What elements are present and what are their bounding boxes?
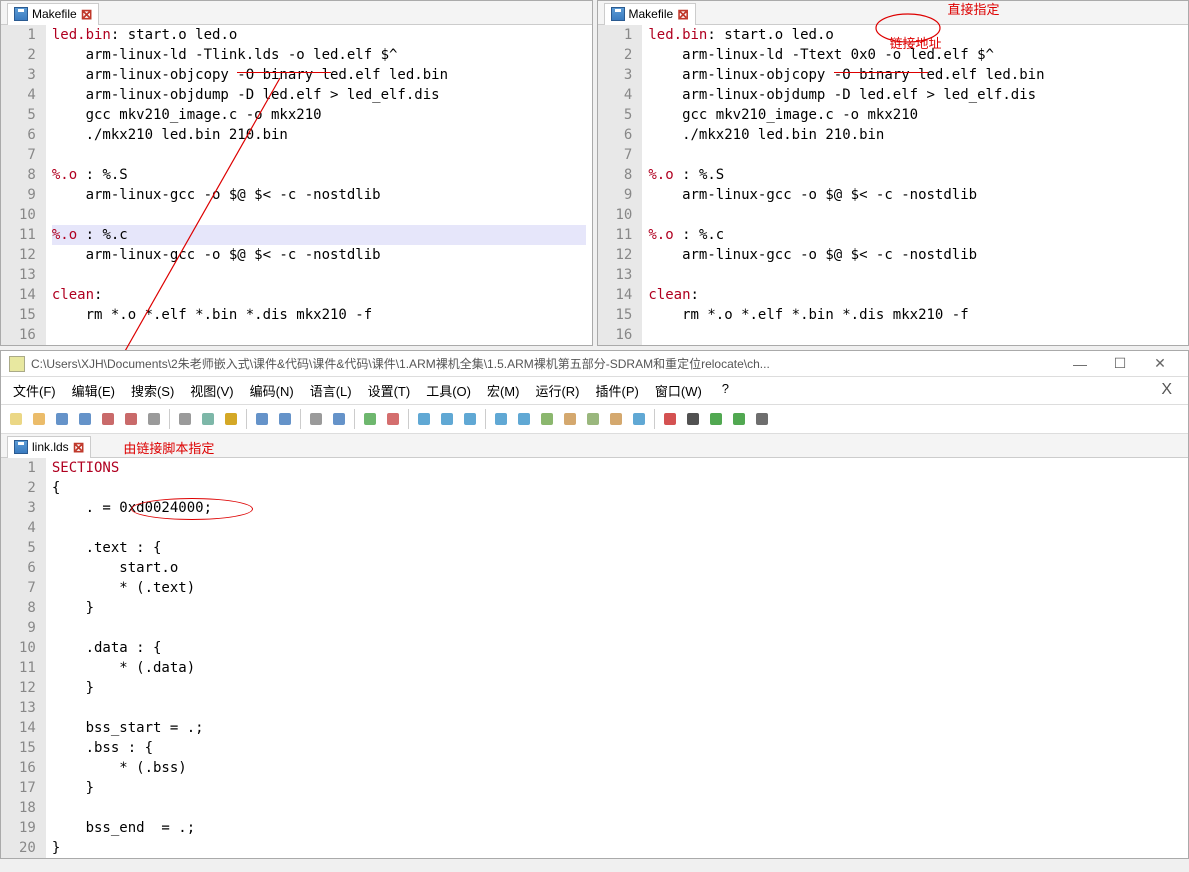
- indent-guide-icon[interactable]: [513, 408, 535, 430]
- lang-icon[interactable]: [536, 408, 558, 430]
- menu-close-doc[interactable]: X: [1153, 379, 1184, 402]
- monitor-icon[interactable]: [628, 408, 650, 430]
- tab-label: Makefile: [32, 7, 77, 21]
- menu-item[interactable]: 工具(O): [418, 379, 479, 402]
- menu-item[interactable]: 插件(P): [588, 379, 647, 402]
- close-icon[interactable]: ⊠: [677, 6, 689, 23]
- menu-item[interactable]: 搜索(S): [123, 379, 182, 402]
- menu-item[interactable]: 视图(V): [182, 379, 241, 402]
- new-file-icon[interactable]: [5, 408, 27, 430]
- toolbar: [1, 405, 1188, 434]
- zoom-in-icon[interactable]: [359, 408, 381, 430]
- maximize-button[interactable]: ☐: [1100, 355, 1140, 372]
- line-gutter: 12345678910111213141516: [598, 25, 643, 345]
- copy-icon[interactable]: [197, 408, 219, 430]
- menu-item[interactable]: 运行(R): [527, 379, 587, 402]
- editor-pane-left: Makefile ⊠ 12345678910111213141516 led.b…: [0, 0, 593, 346]
- record-macro-icon[interactable]: [659, 408, 681, 430]
- wrap-icon[interactable]: [459, 408, 481, 430]
- tab-bar: Makefile ⊠: [598, 1, 1189, 25]
- menu-item[interactable]: 编辑(E): [64, 379, 123, 402]
- folder-icon[interactable]: [605, 408, 627, 430]
- show-all-icon[interactable]: [490, 408, 512, 430]
- menu-bar: 文件(F)编辑(E)搜索(S)视图(V)编码(N)语言(L)设置(T)工具(O)…: [1, 377, 1188, 405]
- code-content[interactable]: led.bin: start.o led.o arm-linux-ld -Tte…: [642, 25, 1188, 345]
- code-area-bottom[interactable]: 1234567891011121314151617181920 SECTIONS…: [1, 458, 1188, 858]
- close-icon[interactable]: ⊠: [73, 439, 85, 456]
- func-list-icon[interactable]: [582, 408, 604, 430]
- stop-macro-icon[interactable]: [682, 408, 704, 430]
- save-icon: [611, 7, 625, 21]
- replace-icon[interactable]: [328, 408, 350, 430]
- save-icon: [14, 440, 28, 454]
- menu-item[interactable]: 编码(N): [242, 379, 302, 402]
- find-icon[interactable]: [305, 408, 327, 430]
- doc-map-icon[interactable]: [559, 408, 581, 430]
- annotation-script: 由链接脚本指定: [123, 438, 214, 457]
- play-macro-icon[interactable]: [705, 408, 727, 430]
- code-area-right[interactable]: 12345678910111213141516 led.bin: start.o…: [598, 25, 1189, 345]
- zoom-out-icon[interactable]: [382, 408, 404, 430]
- tab-label: Makefile: [629, 7, 674, 21]
- sync-v-icon[interactable]: [413, 408, 435, 430]
- close-icon[interactable]: ⊠: [81, 6, 93, 23]
- redo-icon[interactable]: [274, 408, 296, 430]
- tab-bar: Makefile ⊠: [1, 1, 592, 25]
- menu-item[interactable]: 窗口(W): [647, 379, 710, 402]
- save-icon: [14, 7, 28, 21]
- tab-bar: link.lds ⊠ 由链接脚本指定: [1, 434, 1188, 458]
- app-icon: [9, 356, 25, 372]
- window-title: C:\Users\XJH\Documents\2朱老师嵌入式\课件&代码\课件&…: [31, 355, 1060, 372]
- close-all-icon[interactable]: [120, 408, 142, 430]
- save-all-icon[interactable]: [74, 408, 96, 430]
- minimize-button[interactable]: —: [1060, 356, 1100, 372]
- tab-makefile-left[interactable]: Makefile ⊠: [7, 3, 99, 25]
- open-file-icon[interactable]: [28, 408, 50, 430]
- close-button[interactable]: ✕: [1140, 355, 1180, 372]
- menu-item[interactable]: 宏(M): [479, 379, 528, 402]
- print-icon[interactable]: [143, 408, 165, 430]
- save-icon[interactable]: [51, 408, 73, 430]
- title-bar[interactable]: C:\Users\XJH\Documents\2朱老师嵌入式\课件&代码\课件&…: [1, 351, 1188, 377]
- menu-item[interactable]: 文件(F): [5, 379, 64, 402]
- save-macro-icon[interactable]: [751, 408, 773, 430]
- code-area-left[interactable]: 12345678910111213141516 led.bin: start.o…: [1, 25, 592, 345]
- editor-pane-right: Makefile ⊠ 12345678910111213141516 led.b…: [597, 0, 1189, 346]
- editor-window-bottom: C:\Users\XJH\Documents\2朱老师嵌入式\课件&代码\课件&…: [0, 350, 1189, 859]
- paste-icon[interactable]: [220, 408, 242, 430]
- line-gutter: 12345678910111213141516: [1, 25, 46, 345]
- code-content[interactable]: led.bin: start.o led.o arm-linux-ld -Tli…: [46, 25, 592, 345]
- sync-h-icon[interactable]: [436, 408, 458, 430]
- tab-label: link.lds: [32, 440, 69, 454]
- code-content[interactable]: SECTIONS{ . = 0xd0024000; .text : { star…: [46, 458, 1188, 858]
- undo-icon[interactable]: [251, 408, 273, 430]
- play-multi-icon[interactable]: [728, 408, 750, 430]
- menu-help[interactable]: ?: [714, 379, 737, 402]
- menu-item[interactable]: 设置(T): [360, 379, 419, 402]
- cut-icon[interactable]: [174, 408, 196, 430]
- tab-makefile-right[interactable]: Makefile ⊠: [604, 3, 696, 25]
- line-gutter: 1234567891011121314151617181920: [1, 458, 46, 858]
- close-icon[interactable]: [97, 408, 119, 430]
- tab-linklds[interactable]: link.lds ⊠: [7, 436, 91, 458]
- menu-item[interactable]: 语言(L): [302, 379, 360, 402]
